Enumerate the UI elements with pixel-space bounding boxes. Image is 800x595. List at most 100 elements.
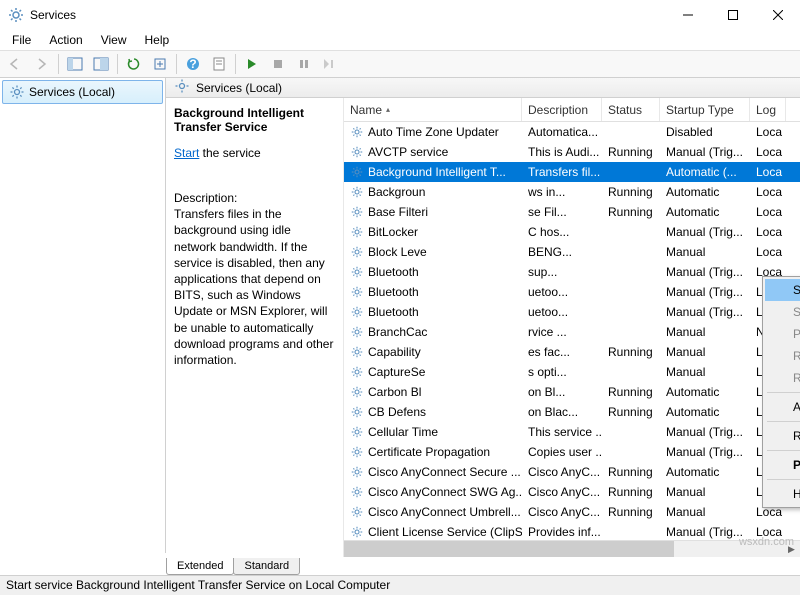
start-service-button[interactable] (240, 52, 264, 76)
service-logon: Loca (750, 225, 786, 239)
service-startup: Automatic (660, 385, 750, 399)
gear-icon (350, 145, 364, 159)
col-name[interactable]: Name▴ (344, 98, 522, 121)
export-button[interactable] (89, 52, 113, 76)
table-row[interactable]: Bluetoothuetoo...Manual (Trig...Loca (344, 302, 800, 322)
ctx-help[interactable]: Help (765, 483, 800, 505)
table-row[interactable]: Auto Time Zone UpdaterAutomatica...Disab… (344, 122, 800, 142)
table-row[interactable]: CB Defenson Blac...RunningAutomaticLoca (344, 402, 800, 422)
tab-extended[interactable]: Extended (166, 558, 234, 575)
table-row[interactable]: Background Intelligent T...Transfers fil… (344, 162, 800, 182)
col-status[interactable]: Status (602, 98, 660, 121)
service-status: Running (602, 205, 660, 219)
ctx-properties[interactable]: Properties (765, 454, 800, 476)
table-row[interactable]: Certificate PropagationCopies user ...Ma… (344, 442, 800, 462)
table-row[interactable]: Backgrounws in...RunningAutomaticLoca (344, 182, 800, 202)
service-startup: Manual (Trig... (660, 425, 750, 439)
table-row[interactable]: Base Filterise Fil...RunningAutomaticLoc… (344, 202, 800, 222)
menu-help[interactable]: Help (137, 31, 178, 49)
list-header-title: Services (Local) (196, 81, 282, 95)
table-row[interactable]: Client License Service (ClipS...Provides… (344, 522, 800, 540)
service-desc: Cisco AnyC... (522, 485, 602, 499)
service-status: Running (602, 405, 660, 419)
start-service-link[interactable]: Start (174, 146, 199, 160)
stop-service-button[interactable] (266, 52, 290, 76)
table-row[interactable]: BitLockerC hos...Manual (Trig...Loca (344, 222, 800, 242)
gear-icon (350, 525, 364, 539)
service-startup: Manual (Trig... (660, 305, 750, 319)
back-button[interactable] (4, 52, 28, 76)
service-startup: Manual (660, 325, 750, 339)
pause-service-button[interactable] (292, 52, 316, 76)
service-desc: Cisco AnyC... (522, 505, 602, 519)
table-row[interactable]: Cisco AnyConnect Umbrell...Cisco AnyC...… (344, 502, 800, 522)
table-row[interactable]: Cellular TimeThis service ...Manual (Tri… (344, 422, 800, 442)
table-row[interactable]: Cisco AnyConnect SWG Ag...Cisco AnyC...R… (344, 482, 800, 502)
refresh-button[interactable] (122, 52, 146, 76)
tree-node-services-local[interactable]: Services (Local) (2, 80, 163, 104)
ctx-restart: Restart (765, 367, 800, 389)
service-startup: Automatic (660, 205, 750, 219)
main-body: Services (Local) Services (Local) Backgr… (0, 78, 800, 553)
help-button[interactable]: ? (181, 52, 205, 76)
col-description[interactable]: Description (522, 98, 602, 121)
maximize-button[interactable] (710, 0, 755, 30)
properties-button[interactable] (207, 52, 231, 76)
detail-desc-text: Transfers files in the background using … (174, 206, 335, 368)
scroll-thumb[interactable] (344, 541, 674, 557)
service-status: Running (602, 465, 660, 479)
restart-service-button[interactable] (318, 52, 342, 76)
service-startup: Manual (Trig... (660, 525, 750, 539)
col-logon[interactable]: Log (750, 98, 786, 121)
service-name: Cisco AnyConnect Umbrell... (368, 505, 521, 519)
tree-pane: Services (Local) (0, 78, 166, 553)
service-logon: Loca (750, 125, 786, 139)
minimize-button[interactable] (665, 0, 710, 30)
service-name: Base Filteri (368, 205, 428, 219)
table-row[interactable]: AVCTP serviceThis is Audi...RunningManua… (344, 142, 800, 162)
horizontal-scrollbar[interactable]: ◀ ▶ (344, 540, 800, 557)
ctx-start[interactable]: Start (765, 279, 800, 301)
table-row[interactable]: Carbon Blon Bl...RunningAutomaticLoca (344, 382, 800, 402)
table-row[interactable]: Capabilityes fac...RunningManualLoca (344, 342, 800, 362)
table-row[interactable]: CaptureSes opti...ManualLoca (344, 362, 800, 382)
gear-icon (350, 245, 364, 259)
ctx-all-tasks[interactable]: All Tasks (765, 396, 800, 418)
menu-view[interactable]: View (93, 31, 135, 49)
menu-action[interactable]: Action (41, 31, 90, 49)
service-status: Running (602, 185, 660, 199)
table-row[interactable]: Bluetoothuetoo...Manual (Trig...Loca (344, 282, 800, 302)
service-name: Bluetooth (368, 285, 419, 299)
service-name: AVCTP service (368, 145, 448, 159)
service-name: BitLocker (368, 225, 418, 239)
grid-rows[interactable]: Auto Time Zone UpdaterAutomatica...Disab… (344, 122, 800, 540)
gear-icon (350, 385, 364, 399)
tab-standard[interactable]: Standard (233, 558, 300, 575)
menu-file[interactable]: File (4, 31, 39, 49)
ctx-refresh[interactable]: Refresh (765, 425, 800, 447)
service-desc: on Bl... (522, 385, 602, 399)
table-row[interactable]: Cisco AnyConnect Secure ...Cisco AnyC...… (344, 462, 800, 482)
list-body: Background Intelligent Transfer Service … (166, 98, 800, 557)
service-desc: on Blac... (522, 405, 602, 419)
service-startup: Manual (660, 485, 750, 499)
service-startup: Automatic (660, 185, 750, 199)
service-logon: Loca (750, 245, 786, 259)
service-desc: Copies user ... (522, 445, 602, 459)
export-list-button[interactable] (148, 52, 172, 76)
context-menu: Start Stop Pause Resume Restart All Task… (762, 276, 800, 508)
show-hide-tree-button[interactable] (63, 52, 87, 76)
table-row[interactable]: BranchCacrvice ...ManualNetw (344, 322, 800, 342)
service-startup: Manual (660, 365, 750, 379)
col-startup-type[interactable]: Startup Type (660, 98, 750, 121)
service-startup: Automatic (660, 405, 750, 419)
service-name: Bluetooth (368, 305, 419, 319)
forward-button[interactable] (30, 52, 54, 76)
table-row[interactable]: Block LeveBENG...ManualLoca (344, 242, 800, 262)
service-desc: rvice ... (522, 325, 602, 339)
status-bar: Start service Background Intelligent Tra… (0, 575, 800, 595)
close-button[interactable] (755, 0, 800, 30)
service-desc: Cisco AnyC... (522, 465, 602, 479)
detail-title: Background Intelligent Transfer Service (174, 106, 335, 134)
table-row[interactable]: Bluetoothsup...Manual (Trig...Loca (344, 262, 800, 282)
